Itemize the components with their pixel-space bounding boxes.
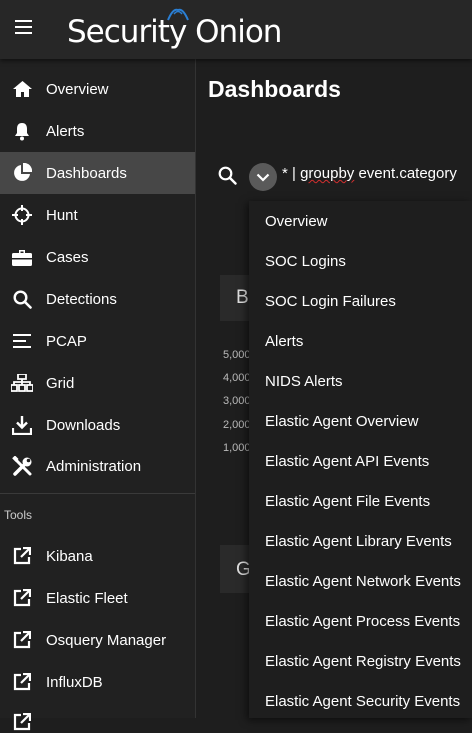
sidebar-item-label: Cases — [46, 248, 89, 266]
sidebar-divider — [0, 493, 195, 494]
menu-item-elastic-agent-file-events[interactable]: Elastic Agent File Events — [249, 481, 472, 521]
sidebar-item-label: Hunt — [46, 206, 78, 224]
tools-icon — [11, 455, 33, 477]
sitemap-icon — [11, 372, 33, 394]
menu-item-label: Elastic Agent Library Events — [265, 533, 452, 550]
menu-item-elastic-agent-security-events[interactable]: Elastic Agent Security Events — [249, 681, 472, 718]
menu-item-elastic-agent-process-events[interactable]: Elastic Agent Process Events — [249, 601, 472, 641]
y-tick-label: 5,000 — [223, 349, 251, 361]
sidebar-item-label: Alerts — [46, 122, 85, 140]
menu-item-label: Elastic Agent File Events — [265, 493, 431, 510]
sidebar-item-label: PCAP — [46, 332, 87, 350]
sidebar-item-label: Downloads — [46, 416, 121, 434]
lines-icon — [11, 330, 33, 352]
sidebar-item-label: Kibana — [46, 547, 93, 565]
menu-item-nids-alerts[interactable]: NIDS Alerts — [249, 361, 472, 401]
y-tick-label: 1,000 — [223, 442, 251, 454]
sidebar-item-label: Detections — [46, 290, 117, 308]
security-onion-logo[interactable]: Security Onion — [67, 4, 282, 52]
query-input[interactable]: * | groupby event.category — [282, 165, 457, 182]
menu-item-overview[interactable]: Overview — [249, 201, 472, 241]
sidebar-item-label: Dashboards — [46, 164, 127, 182]
external-link-icon — [11, 629, 33, 651]
menu-item-elastic-agent-registry-events[interactable]: Elastic Agent Registry Events — [249, 641, 472, 681]
menu-item-label: Elastic Agent Process Events — [265, 613, 461, 630]
sidebar-item-label: Overview — [46, 80, 109, 98]
menu-item-elastic-agent-network-events[interactable]: Elastic Agent Network Events — [249, 561, 472, 601]
y-tick-label: 4,000 — [223, 372, 251, 384]
sidebar-item-detections[interactable]: Detections — [0, 278, 195, 320]
chevron-down-icon — [256, 173, 270, 182]
external-link-icon — [11, 587, 33, 609]
search-icon — [11, 288, 33, 310]
top-app-bar: Security Onion — [0, 0, 472, 59]
bell-icon — [11, 120, 33, 142]
sidebar-item-administration[interactable]: Administration — [0, 445, 195, 487]
page-title: Dashboards — [208, 76, 341, 102]
menu-item-label: Elastic Agent Security Events — [265, 693, 461, 710]
query-groupby: groupby — [300, 165, 355, 182]
navigation-drawer: Overview Alerts Dashboards Hunt Cases De… — [0, 59, 196, 731]
home-icon — [11, 78, 33, 100]
sidebar-item-label: InfluxDB — [46, 673, 103, 691]
sidebar-item-label: Grid — [46, 374, 75, 392]
pie-chart-icon — [11, 162, 33, 184]
sidebar-item-alerts[interactable]: Alerts — [0, 110, 195, 152]
y-tick-label: 2,000 — [223, 419, 251, 431]
sidebar-item-dashboards[interactable]: Dashboards — [0, 152, 195, 194]
menu-item-alerts[interactable]: Alerts — [249, 321, 472, 361]
menu-item-elastic-agent-api-events[interactable]: Elastic Agent API Events — [249, 441, 472, 481]
briefcase-icon — [11, 246, 33, 268]
menu-item-label: Elastic Agent Network Events — [265, 573, 461, 590]
sidebar-item-overview[interactable]: Overview — [0, 68, 195, 110]
menu-item-soc-login-failures[interactable]: SOC Login Failures — [249, 281, 472, 321]
onion-logo-icon — [167, 8, 189, 21]
external-link-icon — [11, 545, 33, 567]
query-rest: event.category — [354, 165, 457, 182]
search-icon[interactable] — [218, 166, 237, 190]
sidebar-item-downloads[interactable]: Downloads — [0, 404, 195, 446]
dashboard-query-menu: Overview SOC Logins SOC Login Failures A… — [249, 201, 472, 718]
external-link-icon — [11, 711, 33, 733]
query-dropdown-toggle[interactable] — [249, 163, 277, 191]
sidebar-item-hunt[interactable]: Hunt — [0, 194, 195, 236]
sidebar-item-elastic-fleet[interactable]: Elastic Fleet — [0, 577, 195, 619]
sidebar-item-label: Elastic Fleet — [46, 589, 128, 607]
chart-card-title: B — [236, 287, 249, 308]
sidebar-item-kibana[interactable]: Kibana — [0, 535, 195, 577]
tools-section-header: Tools — [4, 508, 33, 522]
menu-item-soc-logins[interactable]: SOC Logins — [249, 241, 472, 281]
download-icon — [11, 414, 33, 436]
menu-item-label: Elastic Agent API Events — [265, 453, 430, 470]
menu-item-label: SOC Login Failures — [265, 293, 396, 310]
y-tick-label: 3,000 — [223, 395, 251, 407]
external-link-icon — [11, 671, 33, 693]
sidebar-item-cases[interactable]: Cases — [0, 236, 195, 278]
sidebar-item-pcap[interactable]: PCAP — [0, 320, 195, 362]
sidebar-item-label: Osquery Manager — [46, 631, 167, 649]
menu-item-elastic-agent-library-events[interactable]: Elastic Agent Library Events — [249, 521, 472, 561]
sidebar-item-grid[interactable]: Grid — [0, 362, 195, 404]
menu-item-label: Alerts — [265, 333, 304, 350]
menu-item-label: Elastic Agent Overview — [265, 413, 419, 430]
sidebar-item-influxdb[interactable]: InfluxDB — [0, 661, 195, 703]
sidebar-item-osquery-manager[interactable]: Osquery Manager — [0, 619, 195, 661]
menu-icon[interactable] — [15, 20, 32, 34]
query-prefix: * | — [282, 165, 301, 182]
menu-item-elastic-agent-overview[interactable]: Elastic Agent Overview — [249, 401, 472, 441]
sidebar-item-partial[interactable] — [0, 703, 195, 731]
crosshairs-icon — [11, 204, 33, 226]
menu-item-label: Overview — [265, 213, 328, 230]
menu-item-label: NIDS Alerts — [265, 373, 343, 390]
menu-item-label: SOC Logins — [265, 253, 346, 270]
menu-item-label: Elastic Agent Registry Events — [265, 653, 461, 670]
sidebar-item-label: Administration — [46, 457, 142, 475]
